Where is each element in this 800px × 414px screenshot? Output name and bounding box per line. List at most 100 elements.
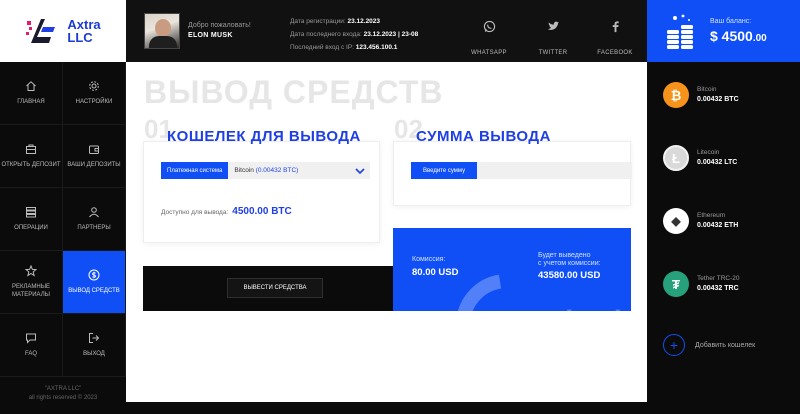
sidebar-item-open-deposit[interactable]: ОТКРЫТЬ ДЕПОЗИТ	[0, 125, 63, 188]
sidebar-item-label: ВАШИ ДЕПОЗИТЫ	[67, 162, 121, 168]
welcome-text: Добро пожаловать!	[188, 22, 251, 29]
payment-system-value: Bitcoin (0.00432 BTC)	[228, 167, 354, 174]
wallet-balance: 0.00432 LTC	[697, 159, 738, 166]
chat-icon	[26, 333, 36, 344]
account-info: Дата регистрации: 23.12.2023 Дата послед…	[290, 15, 418, 54]
sidebar-item-logout[interactable]: ВЫХОД	[63, 314, 126, 377]
last-ip-value: 123.456.100.1	[355, 44, 398, 51]
whatsapp-link[interactable]: WHATSAPP	[465, 20, 513, 59]
wallet-tether[interactable]: ₮ Tether TRC-20 0.00432 TRC	[663, 267, 793, 301]
sidebar-item-label: ПАРТНЕРЫ	[77, 225, 111, 231]
header: Добро пожаловать! ELON MUSK Дата регистр…	[126, 0, 647, 62]
wallet-name: Litecoin	[697, 149, 720, 156]
gear-icon	[89, 81, 99, 91]
balance-value: $ 4500.00	[710, 28, 767, 44]
coins-icon	[667, 14, 693, 49]
payout-label-1: Будет выведено	[538, 252, 591, 259]
logo-line2: LLC	[67, 30, 93, 45]
avatar[interactable]	[144, 13, 180, 49]
amount-card: Введите сумму	[393, 141, 632, 206]
last-ip-label: Последний вход с IP:	[290, 44, 354, 51]
balance-main: $ 4500	[710, 28, 753, 44]
amount-section-title: СУММА ВЫВОДА	[416, 128, 551, 145]
enter-amount-button[interactable]: Введите сумму	[411, 162, 478, 179]
facebook-link[interactable]: FACEBOOK	[591, 20, 639, 59]
wallet-icon	[89, 145, 99, 154]
withdraw-panel: ВЫВОД СРЕДСТВ Платежная система Bitcoin …	[126, 62, 647, 402]
logo[interactable]: Axtra LLC	[0, 0, 126, 62]
balance-panel: Ваш баланс: $ 4500.00	[647, 0, 800, 62]
wallet-name: Tether TRC-20	[697, 275, 740, 282]
whatsapp-icon	[483, 20, 495, 33]
sidebar: ГЛАВНАЯ НАСТРОЙКИ ОТКРЫТЬ ДЕПОЗИТ ВАШИ Д…	[0, 62, 126, 414]
chevron-down-icon	[355, 167, 365, 174]
username: ELON MUSK	[188, 32, 233, 39]
wallet-balance: 0.00432 ETH	[697, 222, 739, 229]
facebook-label: FACEBOOK	[597, 50, 633, 56]
commission-value: 80.00 USD	[412, 267, 459, 278]
bitcoin-icon: ₿	[663, 82, 689, 108]
payment-system-name: Bitcoin	[234, 167, 254, 174]
sidebar-item-your-deposits[interactable]: ВАШИ ДЕПОЗИТЫ	[63, 125, 126, 188]
available-label: Доступно для вывода:	[161, 209, 229, 216]
available-balance: Доступно для вывода: 4500.00 BTC	[161, 206, 292, 217]
logo-text: Axtra LLC	[67, 18, 100, 44]
commission-label: Комиссия:	[412, 256, 446, 263]
payout-label-2: с учетом комиссии:	[538, 260, 601, 267]
sidebar-item-label: РЕКЛАМНЫЕ МАТЕРИАЛЫ	[11, 284, 51, 298]
wallet-balance: 0.00432 BTC	[697, 96, 739, 103]
payment-system-tag: Платежная система	[161, 162, 229, 179]
reg-date-label: Дата регистрации:	[290, 18, 346, 25]
copyright: "AXTRA LLC" all rights reserved © 2023	[0, 385, 126, 403]
copyright-rights: all rights reserved © 2023	[28, 395, 98, 401]
twitter-icon	[547, 21, 559, 31]
sidebar-item-label: ОТКРЫТЬ ДЕПОЗИТ	[1, 162, 61, 168]
amount-input[interactable]: Введите сумму	[411, 162, 632, 179]
wallet-litecoin[interactable]: Ł Litecoin 0.00432 LTC	[663, 141, 793, 175]
sidebar-item-withdraw[interactable]: ВЫВОД СРЕДСТВ	[63, 251, 126, 314]
ethereum-icon: ◆	[663, 208, 689, 234]
dollar-circle-icon	[88, 269, 100, 281]
sidebar-item-label: ВЫВОД СРЕДСТВ	[68, 288, 120, 294]
payout-value: 43580.00 USD	[538, 270, 601, 281]
balance-cents: .00	[752, 33, 767, 44]
withdraw-button[interactable]: ВЫВЕСТИ СРЕДСТВА	[227, 278, 323, 298]
add-wallet-button[interactable]: + Добавить кошелек	[663, 334, 755, 356]
sidebar-item-home[interactable]: ГЛАВНАЯ	[0, 62, 63, 125]
withdraw-bar: ВЫВЕСТИ СРЕДСТВА	[143, 266, 393, 311]
sidebar-item-operations[interactable]: ОПЕРАЦИИ	[0, 188, 63, 251]
star-icon	[25, 265, 37, 277]
litecoin-icon: Ł	[663, 145, 689, 171]
sidebar-item-label: ОПЕРАЦИИ	[14, 225, 48, 231]
twitter-label: TWITTER	[538, 50, 568, 56]
list-icon	[26, 207, 36, 218]
briefcase-icon	[26, 144, 36, 154]
wallets-panel: ₿ Bitcoin 0.00432 BTC Ł Litecoin 0.00432…	[647, 62, 800, 414]
page-background-title: ВЫВОД СРЕДСТВ	[144, 74, 444, 110]
wallet-name: Ethereum	[697, 212, 726, 219]
add-wallet-label: Добавить кошелек	[695, 341, 756, 349]
twitter-link[interactable]: TWITTER	[529, 20, 577, 59]
logo-icon	[26, 19, 56, 43]
wallet-section-title: КОШЕЛЕК ДЛЯ ВЫВОДА	[167, 128, 361, 145]
sidebar-item-faq[interactable]: FAQ	[0, 314, 63, 377]
balance-label: Ваш баланс:	[710, 18, 752, 25]
reg-date-value: 23.12.2023	[347, 18, 381, 25]
sidebar-item-label: НАСТРОЙКИ	[75, 99, 113, 105]
users-icon	[89, 207, 99, 218]
wallet-bitcoin[interactable]: ₿ Bitcoin 0.00432 BTC	[663, 78, 793, 112]
sidebar-item-promo[interactable]: РЕКЛАМНЫЕ МАТЕРИАЛЫ	[0, 251, 63, 314]
sidebar-item-label: ГЛАВНАЯ	[17, 99, 45, 105]
plus-icon: +	[663, 334, 685, 356]
withdraw-summary: Комиссия: 80.00 USD Будет выведено с уче…	[393, 228, 631, 311]
home-icon	[26, 81, 36, 91]
payment-system-amount: (0.00432 BTC)	[255, 167, 299, 174]
sidebar-item-label: FAQ	[24, 351, 37, 357]
facebook-icon	[612, 21, 619, 33]
wallet-ethereum[interactable]: ◆ Ethereum 0.00432 ETH	[663, 204, 793, 238]
sidebar-item-partners[interactable]: ПАРТНЕРЫ	[63, 188, 126, 251]
copyright-company: "AXTRA LLC"	[44, 386, 82, 392]
payment-system-select[interactable]: Платежная система Bitcoin (0.00432 BTC)	[161, 162, 370, 179]
whatsapp-label: WHATSAPP	[471, 50, 507, 56]
sidebar-item-settings[interactable]: НАСТРОЙКИ	[63, 62, 126, 125]
